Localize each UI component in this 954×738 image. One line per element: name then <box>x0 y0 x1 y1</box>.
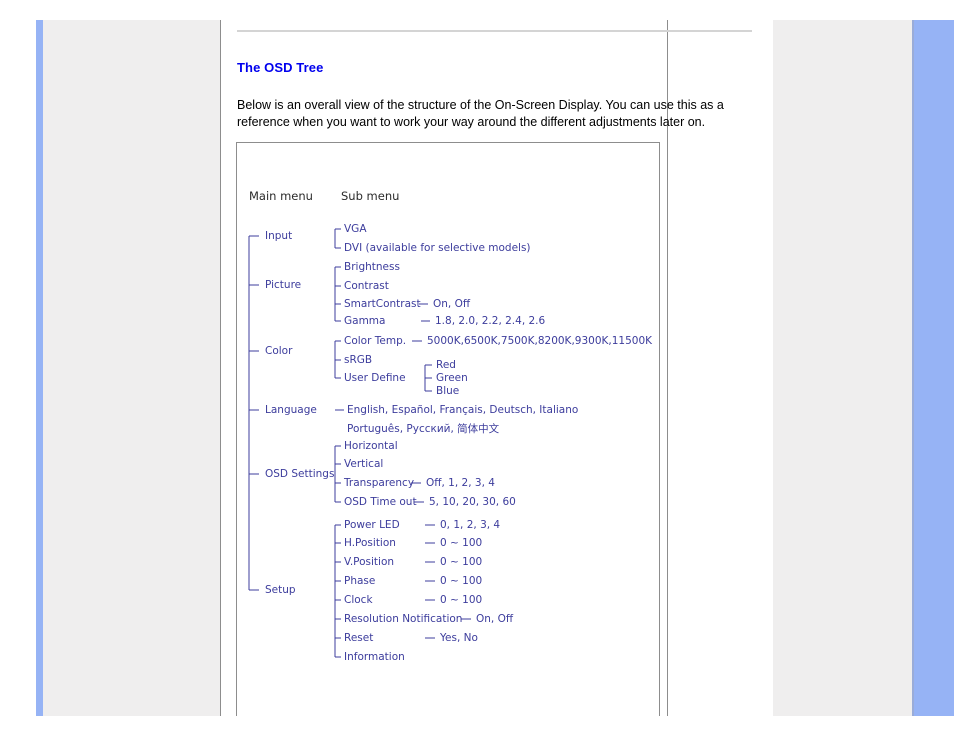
sub-user-define: User Define <box>344 372 406 384</box>
sub-transparency: Transparency <box>344 477 415 489</box>
left-accent-bar <box>36 20 43 716</box>
sub-clock: Clock <box>344 594 373 606</box>
main-menu-picture: Picture <box>265 279 302 291</box>
value-reset: Yes, No <box>440 632 478 644</box>
subsub-green: Green <box>436 372 468 384</box>
sub-horizontal: Horizontal <box>344 440 398 452</box>
sub-language-line-1: English, Español, Français, Deutsch, Ita… <box>347 404 579 416</box>
main-menu-language: Language <box>265 404 317 416</box>
subsub-red: Red <box>436 359 456 371</box>
value-osd-time-out: 5, 10, 20, 30, 60 <box>429 496 516 508</box>
main-menu-color: Color <box>265 345 293 357</box>
left-sidebar-panel <box>43 20 220 716</box>
sub-resolution-notification: Resolution Notification <box>344 613 463 625</box>
tree-canvas: Main menu Sub menu Input Picture Color L… <box>237 143 659 716</box>
value-gamma: 1.8, 2.0, 2.2, 2.4, 2.6 <box>435 315 546 327</box>
value-power-led: 0, 1, 2, 3, 4 <box>440 519 501 531</box>
sub-smartcontrast: SmartContrast <box>344 298 421 310</box>
page-title: The OSD Tree <box>237 60 324 75</box>
sub-reset: Reset <box>344 632 374 644</box>
main-menu-input: Input <box>265 230 293 242</box>
sub-color-temp: Color Temp. <box>344 335 407 347</box>
right-sidebar-panel <box>773 20 912 716</box>
value-clock: 0 ~ 100 <box>440 594 483 606</box>
header-main-menu: Main menu <box>249 189 313 203</box>
value-color-temp: 5000K,6500K,7500K,8200K,9300K,11500K <box>427 335 653 347</box>
sub-v-position: V.Position <box>344 556 395 568</box>
sub-language-line-2: Português, Русский, 简体中文 <box>347 423 500 435</box>
intro-paragraph: Below is an overall view of the structur… <box>237 98 724 129</box>
sub-vertical: Vertical <box>344 458 384 470</box>
main-menu-osd-settings: OSD Settings <box>265 468 335 480</box>
subsub-blue: Blue <box>436 385 460 397</box>
value-phase: 0 ~ 100 <box>440 575 483 587</box>
sub-contrast: Contrast <box>344 280 389 292</box>
header-sub-menu: Sub menu <box>341 189 400 203</box>
sub-phase: Phase <box>344 575 376 587</box>
sub-brightness: Brightness <box>344 261 400 273</box>
sub-srgb: sRGB <box>344 354 373 366</box>
right-accent-bar <box>914 20 954 716</box>
section-divider <box>237 30 752 32</box>
sub-h-position: H.Position <box>344 537 396 549</box>
main-menu-setup: Setup <box>265 584 296 596</box>
value-transparency: Off, 1, 2, 3, 4 <box>426 477 495 489</box>
article-body: The OSD Tree Below is an overall view of… <box>237 30 752 131</box>
sub-osd-time-out: OSD Time out <box>344 496 417 508</box>
osd-tree-diagram: Main menu Sub menu Input Picture Color L… <box>236 142 660 716</box>
value-v-position: 0 ~ 100 <box>440 556 483 568</box>
sub-dvi: DVI (available for selective models) <box>344 242 531 254</box>
sub-information: Information <box>344 651 405 663</box>
sub-gamma: Gamma <box>344 315 386 327</box>
sub-power-led: Power LED <box>344 519 400 531</box>
sub-vga: VGA <box>344 223 367 235</box>
value-smartcontrast: On, Off <box>433 298 471 310</box>
value-h-position: 0 ~ 100 <box>440 537 483 549</box>
value-resolution-notification: On, Off <box>476 613 514 625</box>
